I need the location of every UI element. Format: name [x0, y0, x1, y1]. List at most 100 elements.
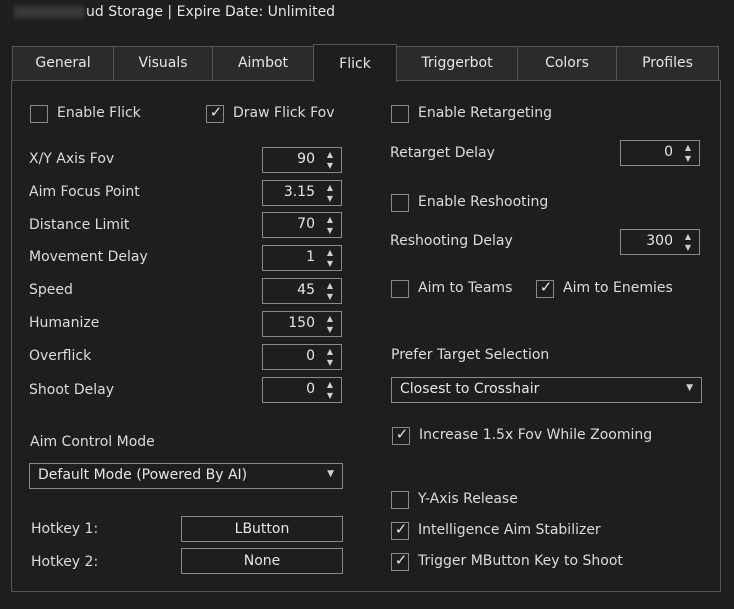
- spin-arrows-icon[interactable]: ▲ ▼: [325, 214, 335, 236]
- tab-general[interactable]: General: [12, 46, 114, 80]
- aim-focus-point-label: Aim Focus Point: [29, 184, 140, 200]
- spin-up-icon[interactable]: ▲: [325, 214, 335, 225]
- spin-up-icon[interactable]: ▲: [325, 379, 335, 390]
- humanize-label: Humanize: [29, 315, 100, 331]
- check-icon: ✓: [395, 425, 409, 443]
- speed-spinbox[interactable]: 45 ▲ ▼: [262, 278, 342, 304]
- spin-arrows-icon[interactable]: ▲ ▼: [325, 247, 335, 269]
- prefer-target-selection-label: Prefer Target Selection: [391, 347, 550, 363]
- aim-focus-point-spinbox[interactable]: 3.15 ▲ ▼: [262, 180, 342, 206]
- prefer-target-selection-select[interactable]: Closest to Crosshair ▼: [391, 377, 702, 403]
- spin-arrows-icon[interactable]: ▲ ▼: [325, 313, 335, 335]
- xy-axis-fov-value: 90: [297, 151, 315, 167]
- spin-down-icon[interactable]: ▼: [325, 258, 335, 269]
- aim-to-enemies-checkbox[interactable]: ✓: [536, 278, 554, 298]
- xy-axis-fov-spinbox[interactable]: 90 ▲ ▼: [262, 147, 342, 173]
- spin-down-icon[interactable]: ▼: [325, 357, 335, 368]
- check-icon: ✓: [394, 551, 408, 569]
- draw-flick-fov-checkbox[interactable]: ✓: [206, 103, 224, 123]
- aim-to-teams-label: Aim to Teams: [418, 280, 513, 296]
- spin-arrows-icon[interactable]: ▲ ▼: [683, 231, 693, 253]
- spin-down-icon[interactable]: ▼: [325, 160, 335, 171]
- spin-down-icon[interactable]: ▼: [325, 324, 335, 335]
- distance-limit-spinbox[interactable]: 70 ▲ ▼: [262, 212, 342, 238]
- humanize-value: 150: [288, 315, 315, 331]
- trigger-mbutton-checkbox[interactable]: ✓: [391, 551, 409, 571]
- aim-to-teams-checkbox[interactable]: [391, 280, 409, 298]
- enable-reshooting-checkbox[interactable]: [391, 194, 409, 212]
- tab-profiles[interactable]: Profiles: [616, 46, 719, 80]
- movement-delay-label: Movement Delay: [29, 249, 148, 265]
- flick-panel: [11, 80, 721, 592]
- spin-up-icon[interactable]: ▲: [325, 280, 335, 291]
- increase-fov-checkbox[interactable]: ✓: [392, 425, 410, 445]
- enable-retargeting-label: Enable Retargeting: [418, 105, 553, 121]
- spin-down-icon[interactable]: ▼: [683, 153, 693, 164]
- hotkey2-button[interactable]: None: [181, 548, 343, 574]
- chevron-down-icon[interactable]: ▼: [686, 383, 693, 393]
- spin-up-icon[interactable]: ▲: [683, 231, 693, 242]
- enable-retargeting-checkbox[interactable]: [391, 105, 409, 123]
- chevron-down-icon[interactable]: ▼: [327, 469, 334, 479]
- y-axis-release-checkbox[interactable]: [391, 491, 409, 509]
- spin-arrows-icon[interactable]: ▲ ▼: [325, 280, 335, 302]
- aim-control-mode-select[interactable]: Default Mode (Powered By AI) ▼: [29, 463, 343, 489]
- retarget-delay-spinbox[interactable]: 0 ▲ ▼: [620, 140, 700, 166]
- spin-up-icon[interactable]: ▲: [325, 149, 335, 160]
- retarget-delay-label: Retarget Delay: [390, 145, 495, 161]
- movement-delay-spinbox[interactable]: 1 ▲ ▼: [262, 245, 342, 271]
- enable-reshooting-label: Enable Reshooting: [418, 194, 549, 210]
- enable-flick-checkbox[interactable]: [30, 105, 48, 123]
- spin-down-icon[interactable]: ▼: [683, 242, 693, 253]
- hotkey1-button[interactable]: LButton: [181, 516, 343, 542]
- distance-limit-value: 70: [297, 216, 315, 232]
- spin-arrows-icon[interactable]: ▲ ▼: [683, 142, 693, 164]
- window-title: ud Storage | Expire Date: Unlimited: [14, 4, 335, 20]
- shoot-delay-value: 0: [306, 381, 315, 397]
- hotkey2-label: Hotkey 2:: [31, 554, 99, 570]
- spin-down-icon[interactable]: ▼: [325, 193, 335, 204]
- retarget-delay-value: 0: [664, 144, 673, 160]
- humanize-spinbox[interactable]: 150 ▲ ▼: [262, 311, 342, 337]
- speed-value: 45: [297, 282, 315, 298]
- shoot-delay-spinbox[interactable]: 0 ▲ ▼: [262, 377, 342, 403]
- aim-stabilizer-label: Intelligence Aim Stabilizer: [418, 522, 601, 538]
- spin-down-icon[interactable]: ▼: [325, 291, 335, 302]
- spin-up-icon[interactable]: ▲: [325, 313, 335, 324]
- aim-stabilizer-checkbox[interactable]: ✓: [391, 520, 409, 540]
- spin-arrows-icon[interactable]: ▲ ▼: [325, 149, 335, 171]
- overflick-label: Overflick: [29, 348, 92, 364]
- movement-delay-value: 1: [306, 249, 315, 265]
- spin-down-icon[interactable]: ▼: [325, 225, 335, 236]
- overflick-spinbox[interactable]: 0 ▲ ▼: [262, 344, 342, 370]
- trigger-mbutton-label: Trigger MButton Key to Shoot: [418, 553, 623, 569]
- tab-aimbot[interactable]: Aimbot: [212, 46, 314, 80]
- speed-label: Speed: [29, 282, 73, 298]
- spin-up-icon[interactable]: ▲: [683, 142, 693, 153]
- spin-down-icon[interactable]: ▼: [325, 390, 335, 401]
- reshooting-delay-value: 300: [646, 233, 673, 249]
- reshooting-delay-spinbox[interactable]: 300 ▲ ▼: [620, 229, 700, 255]
- tab-colors[interactable]: Colors: [517, 46, 617, 80]
- check-icon: ✓: [539, 278, 553, 296]
- spin-up-icon[interactable]: ▲: [325, 182, 335, 193]
- window-title-text: ud Storage | Expire Date: Unlimited: [86, 4, 336, 20]
- overflick-value: 0: [306, 348, 315, 364]
- tab-triggerbot[interactable]: Triggerbot: [396, 46, 518, 80]
- aim-focus-point-value: 3.15: [283, 184, 315, 200]
- aim-to-enemies-label: Aim to Enemies: [563, 280, 673, 296]
- tab-visuals[interactable]: Visuals: [113, 46, 213, 80]
- increase-fov-label: Increase 1.5x Fov While Zooming: [419, 427, 653, 443]
- spin-up-icon[interactable]: ▲: [325, 346, 335, 357]
- spin-arrows-icon[interactable]: ▲ ▼: [325, 379, 335, 401]
- spin-arrows-icon[interactable]: ▲ ▼: [325, 182, 335, 204]
- spin-arrows-icon[interactable]: ▲ ▼: [325, 346, 335, 368]
- enable-flick-label: Enable Flick: [57, 105, 141, 121]
- tab-flick[interactable]: Flick: [313, 44, 397, 82]
- prefer-target-selection-value: Closest to Crosshair: [400, 381, 540, 397]
- hotkey1-label: Hotkey 1:: [31, 521, 99, 537]
- distance-limit-label: Distance Limit: [29, 217, 130, 233]
- aim-control-mode-value: Default Mode (Powered By AI): [38, 467, 248, 483]
- spin-up-icon[interactable]: ▲: [325, 247, 335, 258]
- xy-axis-fov-label: X/Y Axis Fov: [29, 151, 115, 167]
